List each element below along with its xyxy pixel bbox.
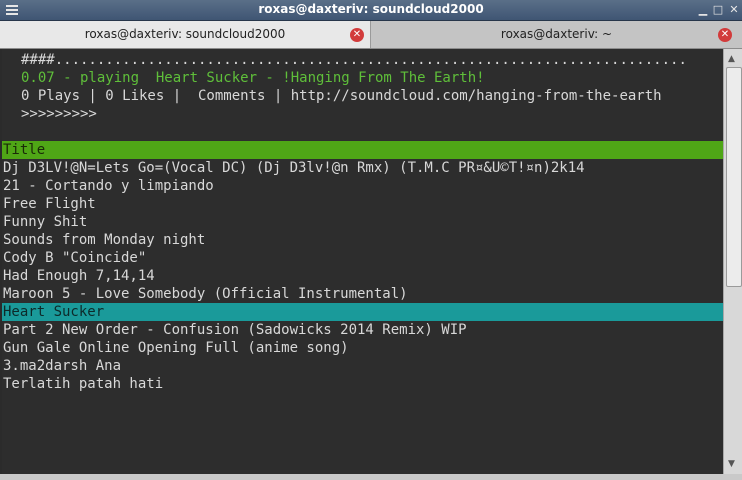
minimize-icon[interactable]: ▁ — [696, 3, 710, 17]
tab-label: roxas@daxteriv: soundcloud2000 — [84, 27, 286, 41]
progress-line: ####....................................… — [21, 52, 687, 68]
tab-close-icon[interactable]: ✕ — [350, 28, 364, 42]
track-row[interactable]: 21 - Cortando y limpiando — [2, 177, 723, 195]
tab-soundcloud2000[interactable]: roxas@daxteriv: soundcloud2000 ✕ — [0, 21, 371, 48]
scroll-up-icon[interactable]: ▲ — [728, 54, 738, 64]
scroll-thumb[interactable] — [726, 67, 742, 287]
track-row[interactable]: Dj D3LV!@N=Lets Go=(Vocal DC) (Dj D3lv!@… — [2, 159, 723, 177]
track-row[interactable]: Gun Gale Online Opening Full (anime song… — [2, 339, 723, 357]
track-row[interactable]: Terlatih patah hati — [2, 375, 723, 393]
tab-close-icon[interactable]: ✕ — [718, 28, 732, 42]
terminal-window: roxas@daxteriv: soundcloud2000 ▁ □ ✕ rox… — [0, 0, 742, 480]
track-row-selected[interactable]: Heart Sucker — [2, 303, 723, 321]
track-row[interactable]: Cody B "Coincide" — [2, 249, 723, 267]
scrollbar[interactable]: ▲ ▼ — [723, 49, 742, 474]
now-playing-line: 0.07 - playing Heart Sucker - !Hanging F… — [21, 70, 485, 86]
track-row[interactable]: Funny Shit — [2, 213, 723, 231]
maximize-icon[interactable]: □ — [711, 3, 725, 17]
tab-bar: roxas@daxteriv: soundcloud2000 ✕ roxas@d… — [0, 21, 742, 49]
title-bar[interactable]: roxas@daxteriv: soundcloud2000 ▁ □ ✕ — [0, 0, 742, 21]
track-row[interactable]: Part 2 New Order - Confusion (Sadowicks … — [2, 321, 723, 339]
window-title: roxas@daxteriv: soundcloud2000 — [258, 2, 484, 16]
track-stats-line: 0 Plays | 0 Likes | Comments | http://so… — [21, 88, 662, 104]
track-row[interactable]: Had Enough 7,14,14 — [2, 267, 723, 285]
tab-label: roxas@daxteriv: ~ — [500, 27, 613, 41]
list-header: Title — [2, 141, 723, 159]
window-bottom-border — [0, 474, 742, 480]
scroll-down-icon[interactable]: ▼ — [728, 459, 738, 469]
close-icon[interactable]: ✕ — [727, 3, 741, 17]
track-row[interactable]: 3.ma2darsh Ana — [2, 357, 723, 375]
track-row[interactable]: Maroon 5 - Love Somebody (Official Instr… — [2, 285, 723, 303]
prompt-line: >>>>>>>>> — [21, 106, 97, 122]
track-row[interactable]: Free Flight — [2, 195, 723, 213]
tab-home[interactable]: roxas@daxteriv: ~ ✕ — [371, 21, 742, 48]
terminal-output[interactable]: ####....................................… — [2, 49, 723, 474]
track-row[interactable]: Sounds from Monday night — [2, 231, 723, 249]
